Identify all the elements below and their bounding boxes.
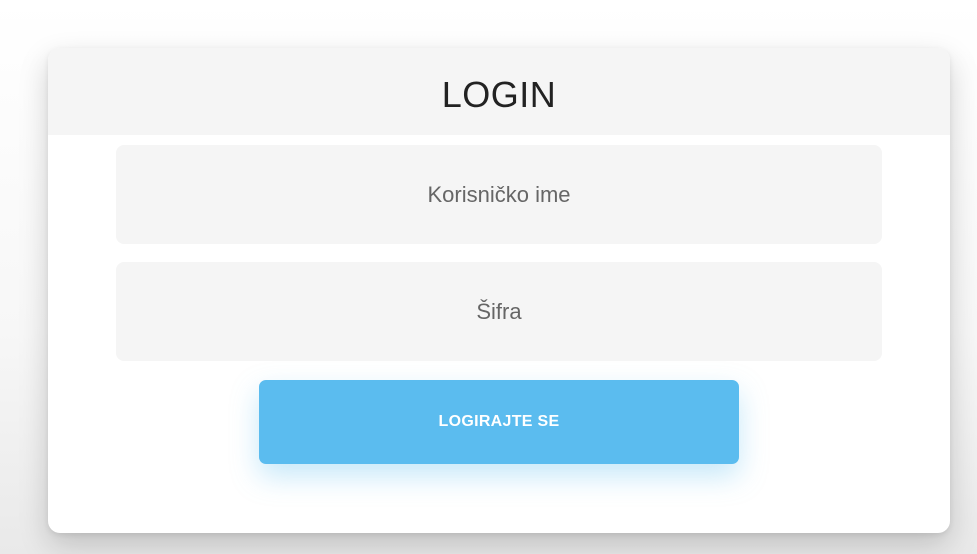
- username-input[interactable]: [116, 145, 882, 244]
- login-card-header: LOGIN: [48, 48, 950, 135]
- login-button[interactable]: LOGIRAJTE SE: [259, 380, 739, 464]
- login-card: LOGIN LOGIRAJTE SE: [48, 48, 950, 533]
- password-input[interactable]: [116, 262, 882, 361]
- page-title: LOGIN: [441, 73, 557, 115]
